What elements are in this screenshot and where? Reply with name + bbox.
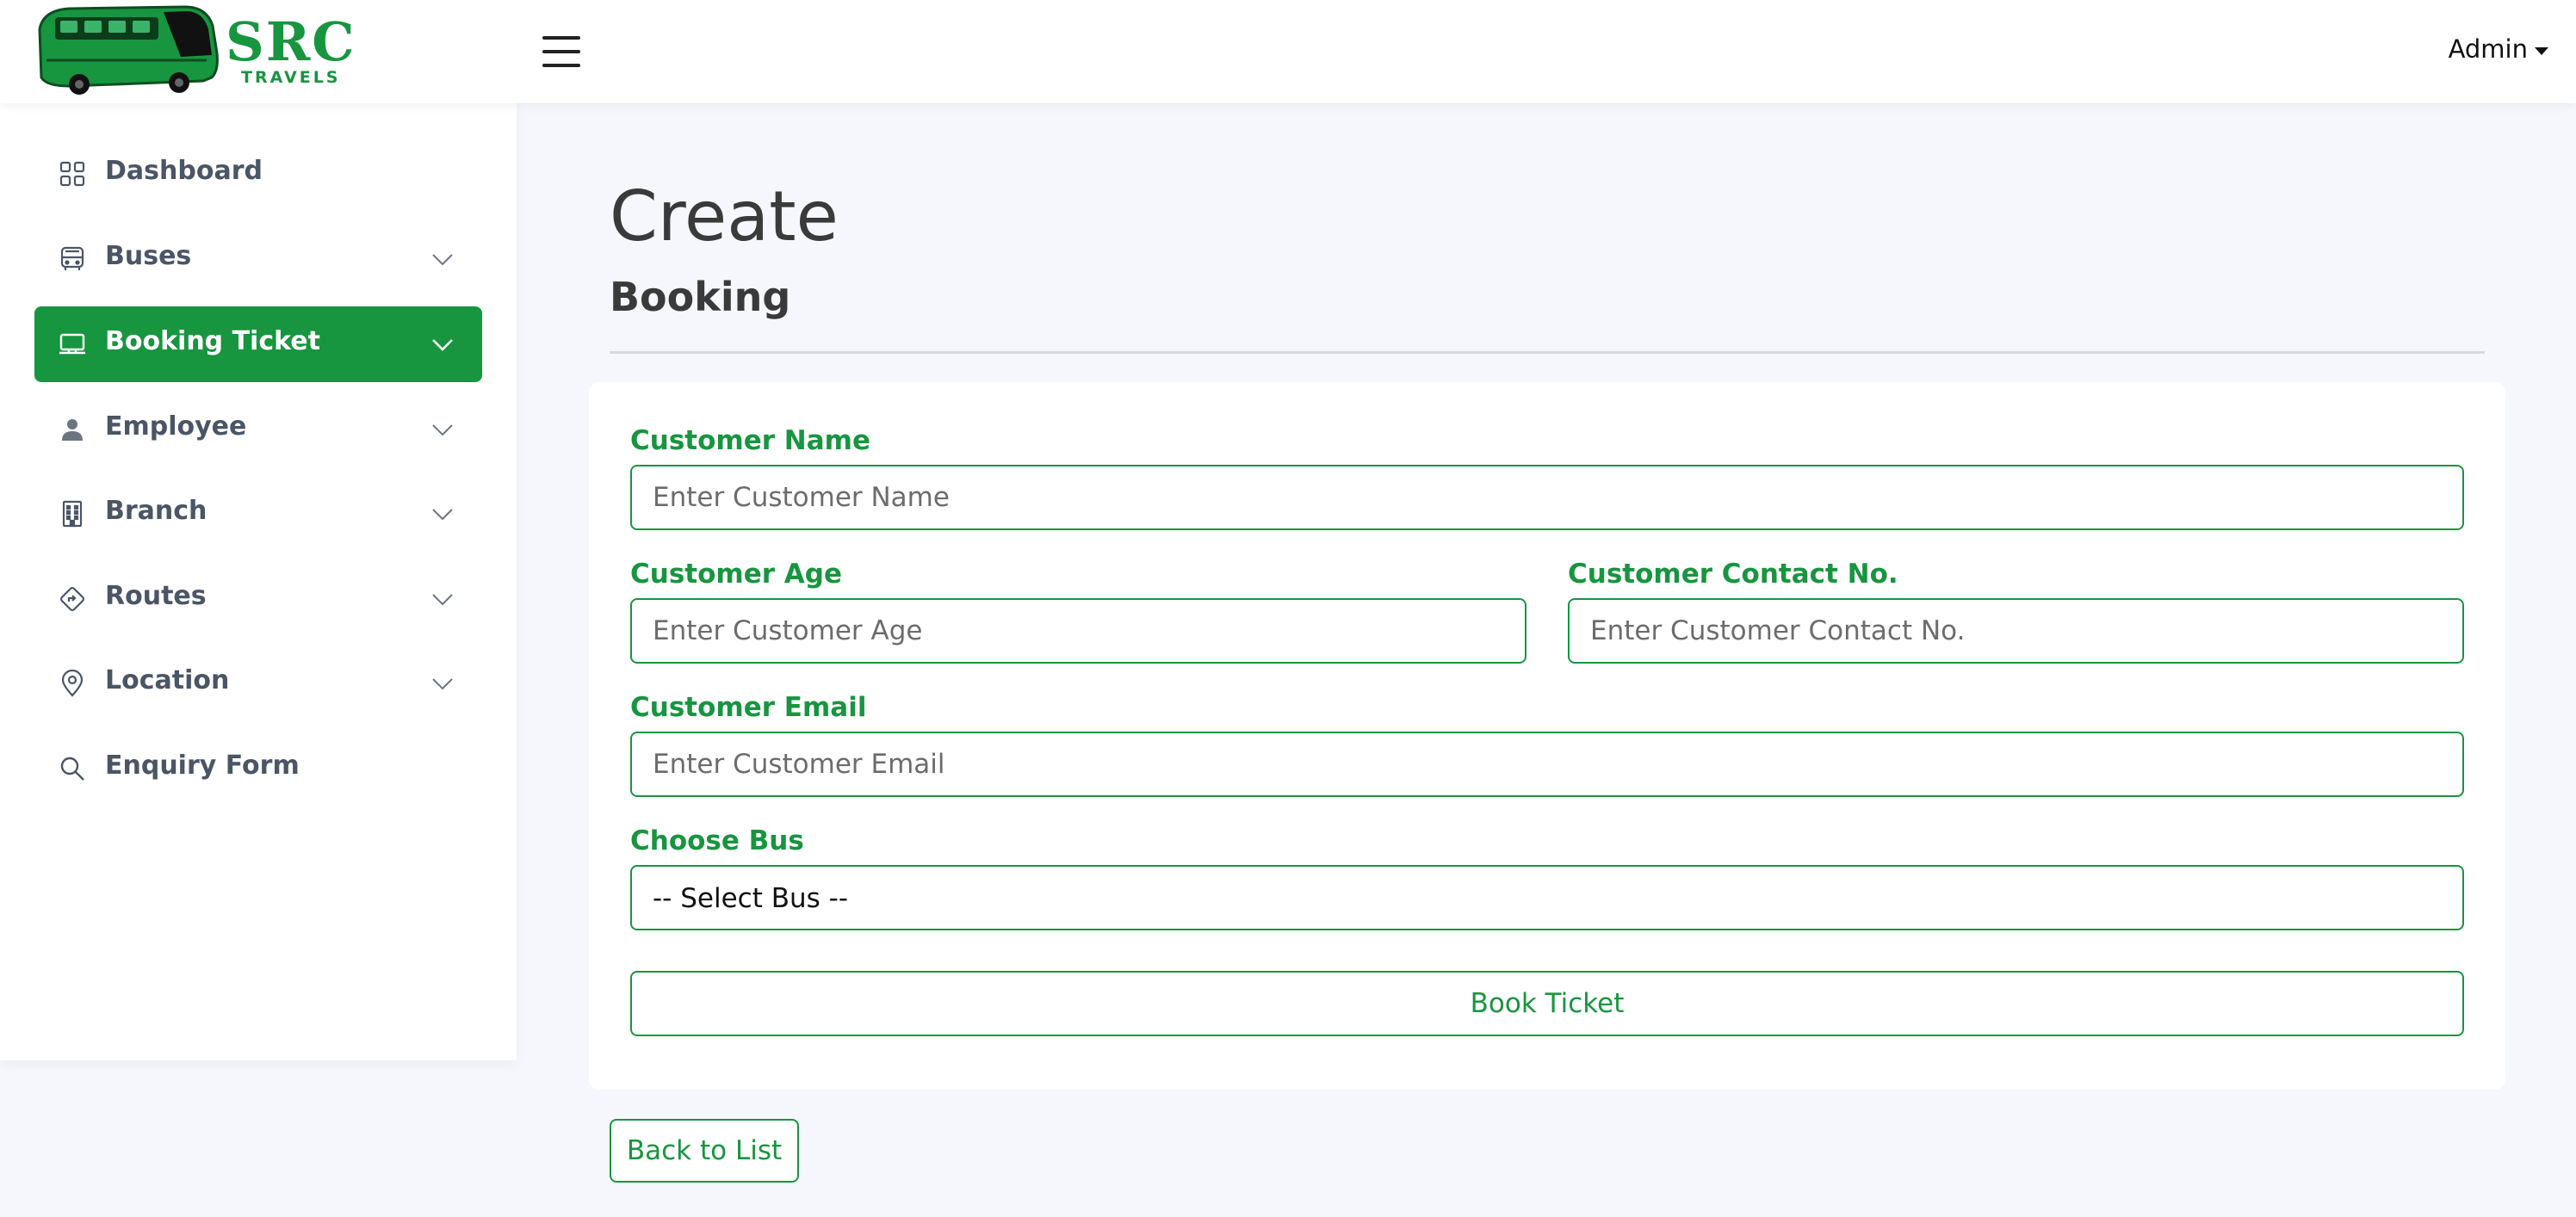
customer-email-label: Customer Email <box>630 692 867 723</box>
sidebar: Dashboard Buses Booking Ticket Employee <box>0 103 517 1060</box>
sidebar-item-label: Location <box>105 665 230 695</box>
choose-bus-selected-value: -- Select Bus -- <box>653 883 849 914</box>
customer-name-input[interactable] <box>630 465 2464 530</box>
hamburger-menu-icon[interactable] <box>542 36 580 67</box>
search-icon <box>60 757 84 781</box>
brand-name: SRC <box>226 10 356 73</box>
chevron-down-icon <box>432 254 453 266</box>
customer-contact-input[interactable] <box>1568 598 2464 664</box>
customer-email-input[interactable] <box>630 732 2464 797</box>
choose-bus-label: Choose Bus <box>630 825 804 856</box>
sidebar-item-branch[interactable]: Branch <box>34 476 482 552</box>
customer-name-label: Customer Name <box>630 425 870 456</box>
sidebar-item-location[interactable]: Location <box>34 646 482 721</box>
building-icon <box>62 500 83 528</box>
user-menu-dropdown[interactable]: Admin <box>2449 34 2548 64</box>
sidebar-item-label: Enquiry Form <box>105 751 300 781</box>
sidebar-item-dashboard[interactable]: Dashboard <box>34 136 482 212</box>
sidebar-item-enquiry-form[interactable]: Enquiry Form <box>34 731 482 806</box>
user-menu-label: Admin <box>2448 34 2528 64</box>
page-title: Create <box>610 176 839 256</box>
sidebar-item-label: Dashboard <box>105 156 263 186</box>
back-to-list-link[interactable]: Back to List <box>610 1119 799 1183</box>
brand-tagline: TRAVELS <box>241 68 341 87</box>
sidebar-item-label: Booking Ticket <box>105 326 320 356</box>
sidebar-item-buses[interactable]: Buses <box>34 221 482 297</box>
sidebar-item-label: Branch <box>105 496 207 526</box>
bus-icon <box>60 246 84 270</box>
chevron-down-icon <box>432 594 453 606</box>
customer-contact-label: Customer Contact No. <box>1568 559 1898 590</box>
sidebar-item-routes[interactable]: Routes <box>34 561 482 637</box>
sidebar-item-booking-ticket[interactable]: Booking Ticket <box>34 306 482 382</box>
customer-age-input[interactable] <box>630 598 1526 664</box>
caret-down-icon <box>2535 46 2548 55</box>
map-pin-icon <box>61 670 84 697</box>
sidebar-item-label: Routes <box>105 581 207 611</box>
chevron-down-icon <box>432 509 453 521</box>
chevron-down-icon <box>432 678 453 690</box>
sidebar-item-label: Buses <box>105 241 192 271</box>
top-navbar: SRC TRAVELS Admin <box>0 0 2576 103</box>
page-subtitle: Booking <box>610 274 791 320</box>
title-divider <box>610 351 2485 354</box>
chevron-down-icon <box>432 339 453 351</box>
laptop-icon <box>59 333 85 355</box>
chevron-down-icon <box>432 424 453 436</box>
src-travels-logo[interactable]: SRC TRAVELS <box>34 3 356 98</box>
customer-age-label: Customer Age <box>630 559 843 590</box>
booking-form-card: Customer Name Customer Age Customer Cont… <box>589 382 2505 1090</box>
book-ticket-button[interactable]: Book Ticket <box>630 971 2464 1036</box>
bus-logo-icon <box>38 5 219 95</box>
choose-bus-select[interactable]: -- Select Bus -- <box>630 865 2464 930</box>
sidebar-item-label: Employee <box>105 411 247 442</box>
sidebar-item-employee[interactable]: Employee <box>34 392 482 467</box>
dashboard-grid-icon <box>59 161 85 187</box>
person-icon <box>62 419 83 441</box>
route-sign-icon <box>60 587 84 611</box>
